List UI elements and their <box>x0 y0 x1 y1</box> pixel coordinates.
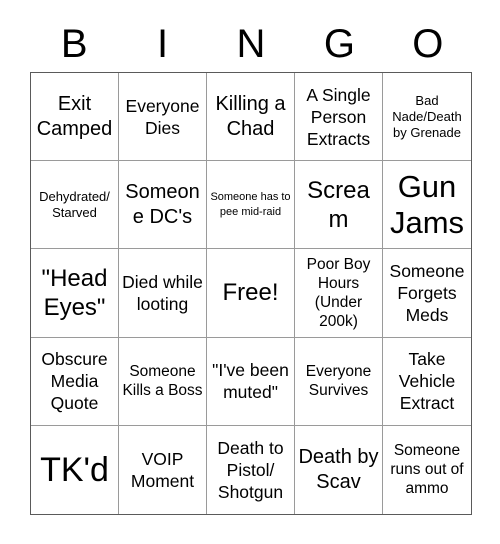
bingo-cell[interactable]: Someone runs out of ammo <box>383 425 471 514</box>
bingo-cell[interactable]: VOIP Moment <box>119 425 207 514</box>
bingo-cell[interactable]: Everyone Survives <box>295 337 383 426</box>
bingo-cell[interactable]: Scream <box>295 161 383 250</box>
bingo-cell-label: Someone Forgets Meds <box>389 260 465 325</box>
bingo-cell[interactable]: Someone DC's <box>119 161 207 250</box>
bingo-cell-label: Killing a Chad <box>215 92 286 140</box>
bingo-cell[interactable]: Exit Camped <box>31 73 119 162</box>
bingo-cell-label: "I've been muted" <box>212 360 289 403</box>
bingo-cell[interactable]: Killing a Chad <box>207 73 295 162</box>
bingo-cell[interactable]: Bad Nade/Death by Grenade <box>383 73 471 162</box>
bingo-card: B I N G O Exit Camped Everyone Dies Killin… <box>0 0 500 544</box>
bingo-cell[interactable]: Someone has to pee mid-raid <box>207 161 295 250</box>
bingo-cell-label: Died while looting <box>122 271 203 314</box>
bingo-cell-label: Scream <box>307 176 370 233</box>
bingo-cell[interactable]: Someone Forgets Meds <box>383 249 471 338</box>
bingo-cell[interactable]: Poor Boy Hours (Under 200k) <box>295 249 383 338</box>
bingo-header-letter-n: N <box>236 22 266 66</box>
bingo-cell[interactable]: Someone Kills a Boss <box>119 337 207 426</box>
bingo-cell-label: Someone DC's <box>125 180 200 228</box>
bingo-cell-label: Everyone Dies <box>125 95 200 138</box>
bingo-cell-label: Someone has to pee mid-raid <box>210 190 291 218</box>
bingo-cell[interactable]: "I've been muted" <box>207 337 295 426</box>
bingo-cell-label: A Single Person Extracts <box>306 84 371 149</box>
bingo-cell-label: Free! <box>222 279 279 307</box>
bingo-cell-label: Everyone Survives <box>305 363 372 400</box>
bingo-cell[interactable]: "Head Eyes" <box>31 249 119 338</box>
bingo-cell-label: Take Vehicle Extract <box>398 349 456 414</box>
bingo-header-letter-b: B <box>60 22 88 66</box>
bingo-cell-label: TK'd <box>40 450 109 489</box>
bingo-cell-label: "Head Eyes" <box>41 264 108 321</box>
bingo-cell-label: Death to Pistol/ Shotgun <box>217 437 284 502</box>
bingo-cell-label: VOIP Moment <box>130 448 195 491</box>
bingo-cell[interactable]: Death by Scav <box>295 425 383 514</box>
bingo-cell-label: Bad Nade/Death by Grenade <box>392 92 462 140</box>
bingo-cell[interactable]: Death to Pistol/ Shotgun <box>207 425 295 514</box>
bingo-cell[interactable]: Everyone Dies <box>119 73 207 162</box>
bingo-cell[interactable]: Gun Jams <box>383 161 471 250</box>
bingo-cell-label: Someone runs out of ammo <box>390 442 464 498</box>
bingo-cell-free-space[interactable]: Free! <box>207 249 295 338</box>
bingo-cell-label: Exit Camped <box>36 92 113 140</box>
bingo-cell[interactable]: Died while looting <box>119 249 207 338</box>
bingo-cell[interactable]: Dehydrated/ Starved <box>31 161 119 250</box>
bingo-header-letter-o: O <box>412 22 444 66</box>
bingo-cell[interactable]: Obscure Media Quote <box>31 337 119 426</box>
bingo-cell[interactable]: Take Vehicle Extract <box>383 337 471 426</box>
bingo-cell-label: Death by Scav <box>298 445 379 493</box>
bingo-cell-label: Dehydrated/ Starved <box>39 188 110 220</box>
bingo-cell-label: Gun Jams <box>389 168 465 240</box>
bingo-header-row: B I N G O <box>30 16 472 72</box>
bingo-grid: Exit Camped Everyone Dies Killing a Chad A … <box>30 72 472 515</box>
bingo-cell-label: Poor Boy Hours (Under 200k) <box>306 255 371 330</box>
bingo-cell[interactable]: TK'd <box>31 425 119 514</box>
bingo-cell-label: Someone Kills a Boss <box>122 363 203 400</box>
bingo-header-letter-g: G <box>323 22 355 66</box>
bingo-header-letter-i: I <box>157 22 169 66</box>
bingo-cell-label: Obscure Media Quote <box>41 349 108 414</box>
bingo-cell[interactable]: A Single Person Extracts <box>295 73 383 162</box>
